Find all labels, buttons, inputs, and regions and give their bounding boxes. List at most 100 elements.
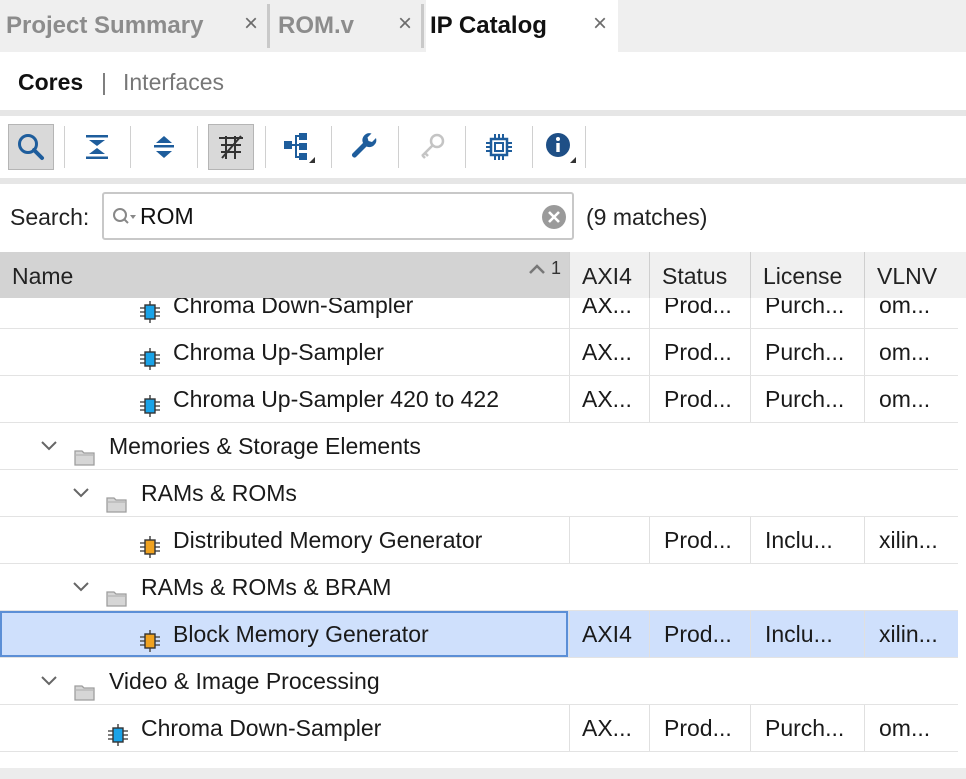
chevron-down-icon[interactable] — [40, 440, 58, 452]
tab-rom-v[interactable]: ROM.v × — [272, 0, 420, 52]
close-icon[interactable]: × — [244, 12, 258, 36]
name-cell: RAMs & ROMs & BRAM — [0, 564, 568, 610]
name-cell: RAMs & ROMs — [0, 470, 568, 516]
tab-label: ROM.v — [278, 12, 355, 39]
tab-label: Project Summary — [6, 12, 204, 39]
folder-icon — [74, 436, 96, 469]
name-cell: Chroma Down-Sampler — [0, 705, 568, 751]
license-key-button[interactable] — [409, 124, 455, 170]
close-icon[interactable]: × — [593, 12, 607, 36]
tree-folder-row[interactable]: Memories & Storage Elements — [0, 423, 958, 470]
subtab-separator: | — [101, 69, 107, 95]
axi4-cell: AX... — [582, 386, 632, 412]
axi4-cell — [570, 517, 650, 563]
tree-folder-row[interactable]: RAMs & ROMs — [0, 470, 958, 517]
tree-ip-row[interactable]: Chroma Up-Sampler AX... Prod... Purch... om.… — [0, 329, 958, 376]
status-cell: Prod... — [664, 527, 732, 553]
filter-button[interactable] — [208, 124, 254, 170]
license-cell: Purch... — [765, 339, 845, 365]
ip-core-icon — [138, 622, 162, 657]
vlnv-cell: xilin... — [879, 527, 938, 553]
name-cell: Chroma Up-Sampler — [0, 329, 568, 375]
ip-core-icon — [138, 387, 162, 422]
status-cell: Prod... — [664, 715, 732, 741]
folder-icon — [106, 483, 128, 516]
toolbar-separator — [197, 126, 198, 168]
column-header-vlnv[interactable]: VLNV — [865, 252, 966, 298]
settings-button[interactable] — [342, 124, 388, 170]
filter-icon — [219, 135, 243, 159]
ip-core-icon — [138, 298, 162, 328]
status-cell: Prod... — [664, 298, 732, 318]
close-icon[interactable]: × — [398, 12, 412, 36]
tab-cores[interactable]: Cores — [18, 69, 83, 96]
column-header-axi4[interactable]: AXI4 — [570, 252, 650, 298]
ip-core-icon — [106, 716, 130, 751]
tree-folder-row[interactable]: Video & Image Processing — [0, 658, 958, 705]
ip-name: Chroma Up-Sampler 420 to 422 — [173, 386, 499, 412]
wrench-icon — [352, 133, 377, 158]
hierarchy-icon — [284, 133, 315, 163]
column-header-name[interactable]: Name 1 — [0, 252, 570, 298]
search-field[interactable] — [102, 192, 574, 240]
toolbar-separator — [398, 126, 399, 168]
sort-order: 1 — [550, 258, 561, 278]
tab-divider — [421, 4, 424, 48]
folder-label: RAMs & ROMs — [141, 480, 297, 506]
tab-interfaces[interactable]: Interfaces — [123, 69, 224, 96]
ip-tree-table: Chroma Down-Sampler AX... Prod... Purch... o… — [0, 298, 958, 752]
tree-ip-row[interactable]: Chroma Down-Sampler AX... Prod... Purch... o… — [0, 298, 958, 329]
folder-label: RAMs & ROMs & BRAM — [141, 574, 392, 600]
ip-details-button[interactable] — [476, 124, 522, 170]
chevron-down-icon[interactable] — [72, 487, 90, 499]
name-cell: Memories & Storage Elements — [0, 423, 568, 469]
name-cell: Block Memory Generator — [0, 611, 568, 657]
chevron-down-icon[interactable] — [40, 675, 58, 687]
tree-folder-row[interactable]: RAMs & ROMs & BRAM — [0, 564, 958, 611]
search-row: Search: (9 matches) — [0, 184, 966, 250]
search-options-icon[interactable] — [112, 206, 138, 228]
tree-ip-row[interactable]: Distributed Memory Generator Prod... Inclu… — [0, 517, 958, 564]
ip-name: Chroma Up-Sampler — [173, 339, 384, 365]
expand-all-icon — [154, 136, 174, 158]
catalog-view-tabs: Cores | Interfaces — [0, 52, 966, 110]
expand-all-button[interactable] — [141, 124, 187, 170]
ip-name: Chroma Down-Sampler — [141, 715, 382, 741]
tab-project-summary[interactable]: Project Summary × — [0, 0, 266, 52]
info-button[interactable] — [537, 124, 583, 170]
ip-core-icon — [138, 340, 162, 375]
chevron-down-icon[interactable] — [72, 581, 90, 593]
license-cell: Inclu... — [765, 527, 833, 553]
axi4-cell: AX... — [582, 715, 632, 741]
editor-tab-bar: Project Summary × ROM.v × IP Catalog × — [0, 0, 966, 52]
column-label: Name — [12, 263, 74, 289]
clear-search-icon[interactable] — [541, 204, 567, 230]
key-icon — [421, 133, 445, 159]
toolbar-separator — [331, 126, 332, 168]
chip-icon — [486, 134, 512, 160]
column-header-status[interactable]: Status — [650, 252, 751, 298]
tree-ip-row[interactable]: Chroma Up-Sampler 420 to 422 AX... Prod...… — [0, 376, 958, 423]
vlnv-cell: om... — [879, 386, 931, 412]
table-header: Name 1 AXI4 Status License VLNV — [0, 252, 966, 298]
collapse-all-button[interactable] — [74, 124, 120, 170]
name-cell: Distributed Memory Generator — [0, 517, 568, 563]
hierarchy-button[interactable] — [276, 124, 322, 170]
status-cell: Prod... — [664, 386, 732, 412]
ip-name: Block Memory Generator — [173, 621, 429, 647]
column-header-license[interactable]: License — [751, 252, 865, 298]
search-input[interactable] — [140, 200, 530, 232]
tree-ip-row[interactable]: Chroma Down-Sampler AX... Prod... Purch... o… — [0, 705, 958, 752]
vlnv-cell: om... — [879, 298, 931, 318]
toolbar-separator — [532, 126, 533, 168]
sort-ascending-icon — [529, 264, 545, 275]
axi4-cell: AX... — [582, 339, 632, 365]
collapse-all-icon — [86, 135, 108, 159]
ip-name: Distributed Memory Generator — [173, 527, 483, 553]
column-label: AXI4 — [582, 263, 632, 289]
search-button[interactable] — [8, 124, 54, 170]
tree-ip-row[interactable]: Block Memory Generator AXI4 Prod... Inclu..… — [0, 611, 958, 658]
column-label: VLNV — [877, 263, 938, 289]
ip-core-icon — [138, 528, 162, 563]
tab-ip-catalog[interactable]: IP Catalog × — [426, 0, 618, 52]
